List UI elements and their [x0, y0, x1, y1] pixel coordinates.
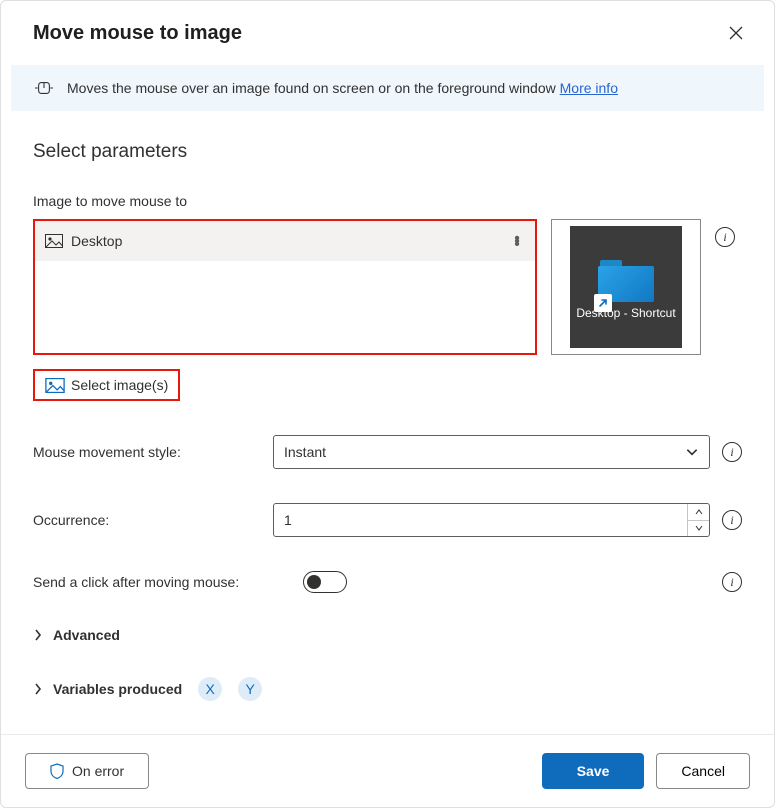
occurrence-spinners	[687, 504, 709, 536]
more-info-link[interactable]: More info	[560, 80, 618, 96]
image-item-desktop[interactable]: Desktop •••	[35, 221, 535, 261]
advanced-expander[interactable]: Advanced	[33, 627, 742, 643]
preview-caption: Desktop - Shortcut	[576, 306, 675, 321]
cancel-label: Cancel	[681, 763, 725, 779]
mouse-style-info-icon[interactable]: i	[722, 442, 742, 462]
image-preview: Desktop - Shortcut	[551, 219, 701, 355]
variable-pill-y[interactable]: Y	[238, 677, 262, 701]
image-field-info-icon[interactable]: i	[715, 227, 735, 247]
on-error-label: On error	[72, 763, 124, 779]
advanced-label: Advanced	[53, 627, 120, 643]
image-field-label: Image to move mouse to	[33, 193, 742, 209]
section-title: Select parameters	[33, 141, 742, 163]
mouse-style-value: Instant	[284, 444, 685, 460]
variables-label: Variables produced	[53, 681, 182, 697]
variables-expander[interactable]: Variables produced X Y	[33, 677, 742, 701]
chevron-right-icon	[33, 629, 43, 641]
send-click-row: Send a click after moving mouse: i	[33, 571, 742, 593]
save-label: Save	[577, 763, 610, 779]
close-button[interactable]	[722, 19, 750, 47]
on-error-button[interactable]: On error	[25, 753, 149, 789]
image-list[interactable]: Desktop •••	[33, 219, 537, 355]
mouse-style-row: Mouse movement style: Instant i	[33, 435, 742, 469]
dialog-body: Select parameters Image to move mouse to…	[1, 111, 774, 734]
occurrence-step-down[interactable]	[688, 521, 709, 537]
dialog-header: Move mouse to image	[1, 1, 774, 61]
mouse-style-label: Mouse movement style:	[33, 444, 261, 460]
shield-icon	[50, 763, 64, 779]
close-icon	[729, 26, 743, 40]
chevron-right-icon	[33, 683, 43, 695]
send-click-info-icon[interactable]: i	[722, 572, 742, 592]
save-button[interactable]: Save	[542, 753, 645, 789]
send-click-toggle[interactable]	[303, 571, 347, 593]
info-text-content: Moves the mouse over an image found on s…	[67, 80, 560, 96]
info-text: Moves the mouse over an image found on s…	[67, 80, 618, 96]
occurrence-label: Occurrence:	[33, 512, 261, 528]
mouse-target-icon	[35, 79, 53, 97]
dialog-footer: On error Save Cancel	[1, 734, 774, 807]
toggle-knob	[307, 575, 321, 589]
image-icon	[45, 378, 65, 393]
occurrence-row: Occurrence: 1 i	[33, 503, 742, 537]
image-icon	[45, 234, 63, 248]
image-item-menu-button[interactable]: •••	[509, 237, 525, 246]
image-row: Desktop ••• Desktop - Shortcut i	[33, 219, 742, 355]
variable-pill-x[interactable]: X	[198, 677, 222, 701]
folder-icon	[598, 260, 654, 302]
select-images-label: Select image(s)	[71, 377, 168, 393]
info-bar: Moves the mouse over an image found on s…	[11, 65, 764, 111]
occurrence-value: 1	[284, 512, 687, 528]
occurrence-step-up[interactable]	[688, 504, 709, 521]
dialog-title: Move mouse to image	[33, 22, 242, 45]
shortcut-overlay-icon	[594, 294, 612, 312]
occurrence-info-icon[interactable]: i	[722, 510, 742, 530]
occurrence-input[interactable]: 1	[273, 503, 710, 537]
send-click-label: Send a click after moving mouse:	[33, 574, 291, 590]
cancel-button[interactable]: Cancel	[656, 753, 750, 789]
select-images-button[interactable]: Select image(s)	[33, 369, 180, 401]
chevron-down-icon	[685, 445, 699, 459]
image-item-name: Desktop	[71, 233, 501, 249]
preview-thumb: Desktop - Shortcut	[570, 226, 682, 348]
mouse-style-dropdown[interactable]: Instant	[273, 435, 710, 469]
